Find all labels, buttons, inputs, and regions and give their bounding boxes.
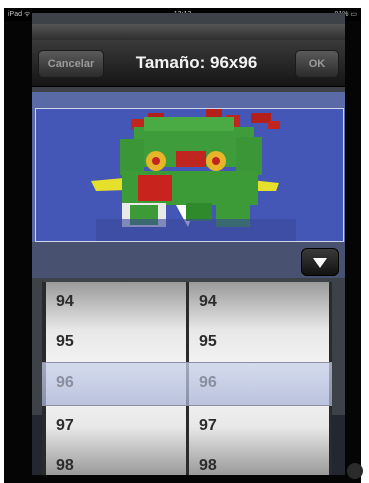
picker-row[interactable]: 94 bbox=[46, 282, 186, 322]
picker-row[interactable]: 95 bbox=[46, 322, 186, 362]
image-preview-area bbox=[32, 92, 345, 278]
triangle-down-icon bbox=[313, 258, 327, 268]
cancel-button[interactable]: Cancelar bbox=[38, 50, 104, 78]
picker-row[interactable]: 97 bbox=[46, 406, 186, 446]
ok-button[interactable]: OK bbox=[295, 50, 339, 78]
crop-frame[interactable] bbox=[35, 108, 344, 242]
corner-button[interactable] bbox=[347, 463, 363, 479]
size-picker[interactable]: 94 95 97 98 94 95 97 98 96 96 bbox=[42, 282, 332, 475]
toolbar-title: Tamaño: 96x96 bbox=[135, 53, 258, 72]
picker-row[interactable]: 98 bbox=[189, 446, 329, 475]
dropdown-button[interactable] bbox=[301, 248, 339, 276]
toolbar: Cancelar Tamaño: 96x96 OK bbox=[32, 40, 345, 87]
picker-row[interactable]: 98 bbox=[46, 446, 186, 475]
picker-row[interactable]: 97 bbox=[189, 406, 329, 446]
image-bottom-strip bbox=[32, 242, 345, 278]
selected-height-value[interactable]: 96 bbox=[189, 363, 329, 403]
picker-selection-band: 96 96 bbox=[42, 362, 332, 406]
lego-dragon-image bbox=[36, 109, 343, 241]
toolbar-top-edge bbox=[32, 24, 345, 40]
picker-row[interactable]: 94 bbox=[189, 282, 329, 322]
selected-width-value[interactable]: 96 bbox=[46, 363, 186, 403]
picker-row[interactable]: 95 bbox=[189, 322, 329, 362]
